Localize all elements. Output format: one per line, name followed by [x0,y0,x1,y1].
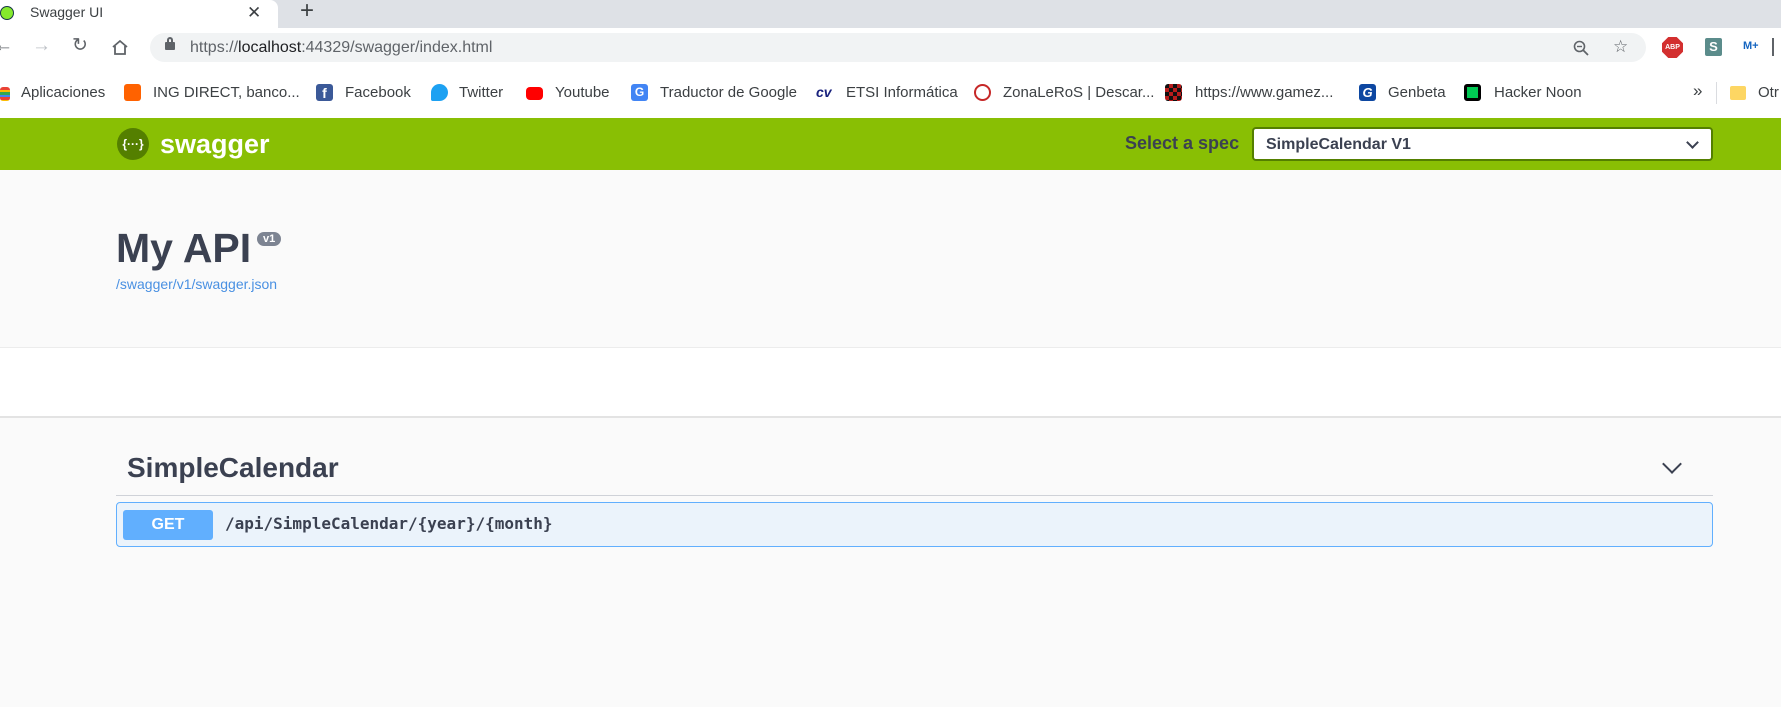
api-info-section: My API v1 /swagger/v1/swagger.json [0,170,1781,348]
bookmarks-bar: Aplicaciones ING DIRECT, banco... f Face… [0,66,1781,118]
menu-edge[interactable] [1772,38,1774,56]
browser-tab[interactable]: Swagger UI ✕ [0,0,278,28]
scheme-container [0,348,1781,418]
tag-section-header[interactable]: SimpleCalendar [116,444,1713,496]
bookmarks-overflow-button[interactable]: » [1693,81,1702,101]
browser-toolbar: ← → ↻ https://localhost:44329/swagger/in… [0,28,1781,66]
adblock-icon[interactable]: ABP [1662,37,1683,58]
etsi-icon: cv [816,84,832,100]
back-arrow-icon[interactable]: ← [0,36,13,56]
translate-icon: G [631,84,648,101]
chevron-down-icon[interactable] [1662,454,1682,474]
swagger-logo-text[interactable]: swagger [160,129,270,160]
spec-select-value: SimpleCalendar V1 [1266,136,1411,153]
home-icon[interactable] [111,39,129,56]
new-tab-button[interactable]: + [300,0,314,23]
facebook-icon: f [316,84,333,101]
swagger-topbar: {···} swagger Select a spec SimpleCalend… [0,118,1781,170]
bookmark-genbeta[interactable]: Genbeta [1388,84,1446,101]
bookmark-youtube[interactable]: Youtube [555,84,610,101]
swagger-json-link[interactable]: /swagger/v1/swagger.json [116,276,277,292]
bookmark-other[interactable]: Otr [1758,84,1779,101]
tab-title: Swagger UI [30,4,104,20]
bookmark-facebook[interactable]: Facebook [345,84,411,101]
tag-title[interactable]: SimpleCalendar [127,452,339,484]
api-title: My API [116,225,252,271]
bookmark-hackernoon[interactable]: Hacker Noon [1494,84,1582,101]
method-badge-get[interactable]: GET [123,510,213,540]
bookmark-translate[interactable]: Traductor de Google [660,84,797,101]
bookmark-zonaleros[interactable]: ZonaLeRoS | Descar... [1003,84,1154,101]
folder-icon [1730,86,1746,100]
reload-icon[interactable]: ↻ [72,36,88,56]
spec-select[interactable]: SimpleCalendar V1 [1252,127,1713,161]
extension-s-icon[interactable]: S [1705,38,1722,56]
url-text[interactable]: https://localhost:44329/swagger/index.ht… [190,39,492,57]
twitter-icon [431,84,448,101]
bookmark-twitter[interactable]: Twitter [459,84,503,101]
bookmark-ing[interactable]: ING DIRECT, banco... [153,84,300,101]
swagger-favicon-icon [0,6,14,20]
zoom-icon[interactable] [1573,40,1589,56]
ing-icon [124,84,141,101]
tab-strip: Swagger UI ✕ + [0,0,1781,28]
address-bar[interactable]: https://localhost:44329/swagger/index.ht… [150,33,1646,62]
swagger-logo-icon[interactable]: {···} [117,128,149,160]
hackernoon-icon [1464,84,1481,101]
version-badge: v1 [257,232,282,246]
bookmarks-divider [1716,82,1717,104]
forward-arrow-icon[interactable]: → [32,36,51,56]
star-icon[interactable]: ☆ [1613,37,1628,57]
bookmark-etsi[interactable]: ETSI Informática [846,84,958,101]
chevron-down-icon [1686,136,1699,149]
apps-grid-icon [0,87,10,101]
movistar-icon[interactable]: M+ [1743,40,1759,52]
select-spec-label: Select a spec [1125,133,1240,153]
operation-path[interactable]: /api/SimpleCalendar/{year}/{month} [225,514,553,533]
gamez-icon [1165,84,1182,101]
zonaleros-icon [974,84,991,101]
genbeta-icon: G [1359,84,1376,101]
operation-block-get[interactable]: GET /api/SimpleCalendar/{year}/{month} [116,502,1713,547]
youtube-icon [526,87,543,100]
lock-icon [165,37,175,50]
close-tab-icon[interactable]: ✕ [247,3,261,23]
bookmark-gamez[interactable]: https://www.gamez... [1195,84,1333,101]
bookmark-aplicaciones[interactable]: Aplicaciones [21,84,105,101]
